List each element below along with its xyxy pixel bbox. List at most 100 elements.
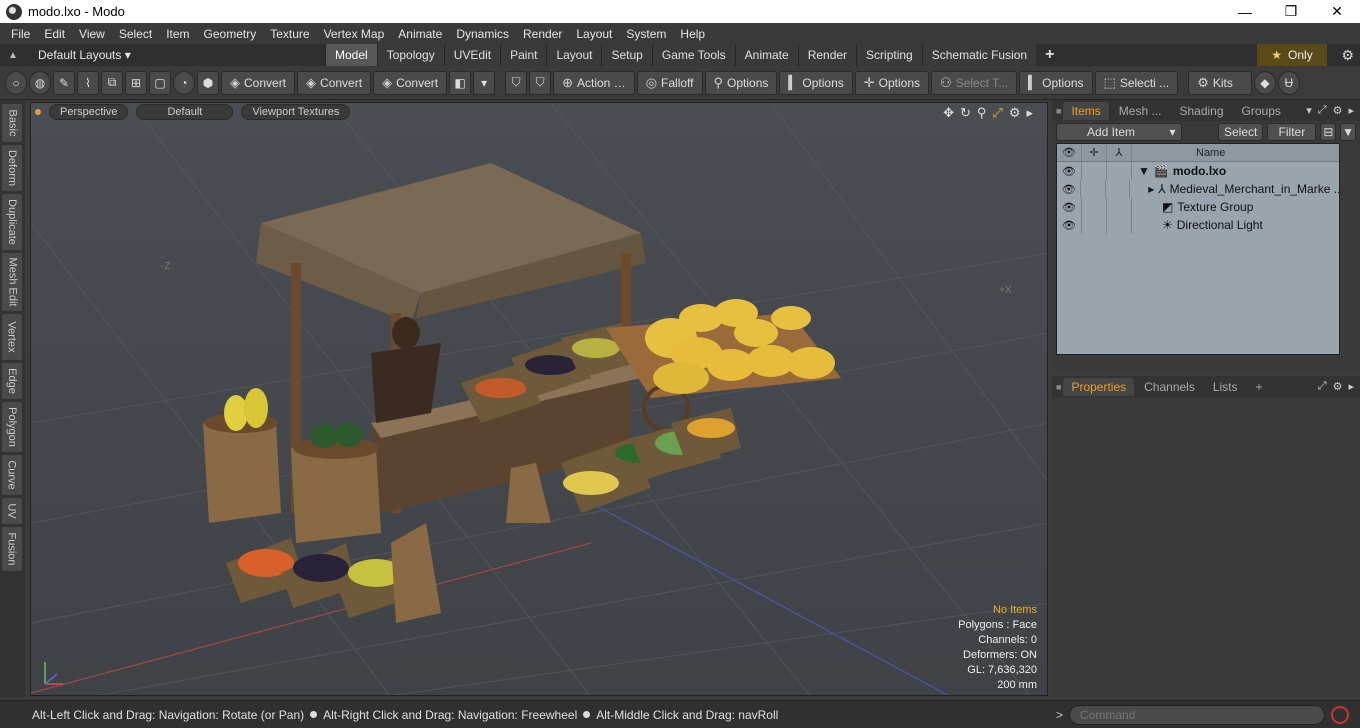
options-button-4[interactable]: ▍ Options bbox=[1019, 70, 1093, 95]
menu-edit[interactable]: Edit bbox=[37, 27, 72, 41]
3d-viewport[interactable]: -Z +X Perspective Default Viewport Textu… bbox=[30, 102, 1048, 696]
panel-menu-icon[interactable]: ▾ bbox=[1306, 104, 1312, 117]
lock-column-icon[interactable]: ✛ bbox=[1082, 144, 1107, 161]
menu-layout[interactable]: Layout bbox=[569, 27, 619, 41]
tab-layout[interactable]: Layout bbox=[546, 44, 602, 66]
eye-icon[interactable]: 👁 bbox=[1057, 216, 1082, 234]
tab-channels[interactable]: Channels bbox=[1136, 378, 1203, 396]
cube-icon[interactable]: ◧ bbox=[449, 70, 472, 95]
add-tab-button[interactable]: + bbox=[1036, 44, 1064, 66]
name-column-header[interactable]: Name bbox=[1132, 147, 1225, 159]
convert-button-2[interactable]: ◈ Convert bbox=[297, 70, 372, 95]
funnel-icon[interactable]: ▼ bbox=[1340, 123, 1356, 141]
tab-uv[interactable]: UV bbox=[2, 498, 22, 524]
viewport-expand-icon[interactable]: ▸ bbox=[1026, 105, 1033, 121]
vertex-mode-icon[interactable]: ○ bbox=[5, 70, 27, 95]
tab-mesh-edit[interactable]: Mesh Edit bbox=[2, 253, 22, 311]
snap-icon[interactable]: ⛉ bbox=[529, 70, 552, 95]
panel-gear-icon[interactable]: ⚙ bbox=[1333, 104, 1343, 117]
tab-deform[interactable]: Deform bbox=[2, 145, 22, 191]
close-button[interactable]: ✕ bbox=[1314, 0, 1360, 23]
tab-uvedit[interactable]: UVEdit bbox=[443, 44, 501, 66]
default-layouts-dropdown[interactable]: Default Layouts ▾ bbox=[38, 48, 131, 62]
menu-animate[interactable]: Animate bbox=[391, 27, 449, 41]
panel-more-icon[interactable]: ▸ bbox=[1348, 380, 1354, 393]
command-input[interactable] bbox=[1069, 705, 1326, 725]
unreal-icon[interactable]: Ʉ bbox=[1277, 70, 1300, 95]
convert-button-1[interactable]: ◈ Convert bbox=[221, 70, 296, 95]
select-button[interactable]: Select bbox=[1218, 123, 1264, 141]
menu-select[interactable]: Select bbox=[112, 27, 159, 41]
brush-icon[interactable]: ⌇ bbox=[77, 70, 99, 95]
menu-render[interactable]: Render bbox=[516, 27, 569, 41]
add-panel-tab-button[interactable]: + bbox=[1248, 378, 1271, 396]
visibility-column-eye-icon[interactable]: 👁 bbox=[1057, 144, 1082, 161]
fit-icon[interactable]: ⤢ bbox=[992, 105, 1002, 121]
rotate-icon[interactable]: ↻ bbox=[960, 105, 971, 121]
tab-groups[interactable]: Groups bbox=[1234, 102, 1289, 120]
tree-row-mesh[interactable]: 👁 ▸ ⅄ Medieval_Merchant_in_Marke ... bbox=[1057, 180, 1339, 198]
options-button-2[interactable]: ▍ Options bbox=[779, 70, 853, 95]
material-mode-icon[interactable]: ◔ bbox=[173, 70, 195, 95]
type-column-icon[interactable]: ⅄ bbox=[1107, 144, 1132, 161]
shading-style-dropdown[interactable]: Default bbox=[136, 104, 234, 120]
item-mode-icon[interactable]: ▢ bbox=[149, 70, 171, 95]
tab-curve[interactable]: Curve bbox=[2, 455, 22, 495]
tab-basic[interactable]: Basic bbox=[2, 104, 22, 142]
edge-mode-icon[interactable]: ⧉ bbox=[101, 70, 123, 95]
tab-fusion[interactable]: Fusion bbox=[2, 527, 22, 571]
menu-system[interactable]: System bbox=[619, 27, 673, 41]
menu-file[interactable]: File bbox=[4, 27, 37, 41]
collapse-icon[interactable]: ⊟ bbox=[1320, 123, 1337, 141]
falloff-button[interactable]: ◎ Falloff bbox=[636, 70, 703, 95]
convert-button-3[interactable]: ◈ Convert bbox=[373, 70, 448, 95]
options-button-1[interactable]: ⚲ Options bbox=[704, 70, 778, 95]
shield-icon[interactable]: ⬢ bbox=[197, 70, 219, 95]
action-center-button[interactable]: ⊕ Action … bbox=[553, 70, 635, 95]
menu-texture[interactable]: Texture bbox=[263, 27, 316, 41]
kits-button[interactable]: ⚙ Kits bbox=[1188, 70, 1252, 95]
tab-paint[interactable]: Paint bbox=[500, 44, 547, 66]
tab-mesh[interactable]: Mesh ... bbox=[1111, 102, 1170, 120]
expand-arrow-icon[interactable]: ▼ bbox=[1138, 164, 1150, 178]
expand-arrow-icon[interactable]: ▸ bbox=[1148, 182, 1154, 196]
eye-icon[interactable]: 👁 bbox=[1057, 162, 1082, 180]
menu-geometry[interactable]: Geometry bbox=[197, 27, 264, 41]
tree-row-texture-group[interactable]: 👁 ◩ Texture Group bbox=[1057, 198, 1339, 216]
tab-scripting[interactable]: Scripting bbox=[856, 44, 922, 66]
minimize-button[interactable]: — bbox=[1222, 0, 1268, 23]
selection-sets-button[interactable]: ⬚ Selecti ... bbox=[1094, 70, 1179, 95]
menu-view[interactable]: View bbox=[72, 27, 112, 41]
zoom-icon[interactable]: ⚲ bbox=[977, 105, 987, 121]
viewport-textures-dropdown[interactable]: Viewport Textures bbox=[241, 104, 351, 120]
tab-game-tools[interactable]: Game Tools bbox=[651, 44, 735, 66]
unity-icon[interactable]: ◆ bbox=[1253, 70, 1276, 95]
pen-icon[interactable]: ✎ bbox=[53, 70, 75, 95]
tab-shading[interactable]: Shading bbox=[1171, 102, 1231, 120]
add-item-button[interactable]: Add Item ▾ bbox=[1056, 123, 1183, 141]
menu-vertex-map[interactable]: Vertex Map bbox=[317, 27, 392, 41]
tab-schematic-fusion[interactable]: Schematic Fusion bbox=[921, 44, 1037, 66]
panel-expand-icon[interactable]: ⤢ bbox=[1318, 380, 1327, 393]
panel-more-icon[interactable]: ▸ bbox=[1348, 104, 1354, 117]
tab-topology[interactable]: Topology bbox=[376, 44, 444, 66]
tab-duplicate[interactable]: Duplicate bbox=[2, 194, 22, 250]
menu-help[interactable]: Help bbox=[673, 27, 712, 41]
viewport-gear-icon[interactable]: ⚙ bbox=[1009, 105, 1021, 121]
tab-edge[interactable]: Edge bbox=[2, 363, 22, 399]
eye-icon[interactable]: 👁 bbox=[1057, 180, 1082, 198]
gear-icon[interactable]: ⚙ bbox=[1341, 47, 1354, 64]
tab-setup[interactable]: Setup bbox=[601, 44, 652, 66]
options-button-3[interactable]: ✛ Options bbox=[854, 70, 930, 95]
panel-gear-icon[interactable]: ⚙ bbox=[1333, 380, 1343, 393]
tab-properties[interactable]: Properties bbox=[1063, 377, 1135, 396]
tab-render[interactable]: Render bbox=[797, 44, 857, 66]
tab-lists[interactable]: Lists bbox=[1205, 378, 1246, 396]
pan-icon[interactable]: ✥ bbox=[943, 105, 954, 121]
filter-button[interactable]: Filter bbox=[1267, 123, 1317, 141]
menu-item[interactable]: Item bbox=[159, 27, 196, 41]
tab-vertex[interactable]: Vertex bbox=[2, 314, 22, 360]
select-through-button[interactable]: ⚇ Select T... bbox=[931, 70, 1018, 95]
tree-row-light[interactable]: 👁 ☀ Directional Light bbox=[1057, 216, 1339, 234]
eye-icon[interactable]: 👁 bbox=[1057, 198, 1082, 216]
